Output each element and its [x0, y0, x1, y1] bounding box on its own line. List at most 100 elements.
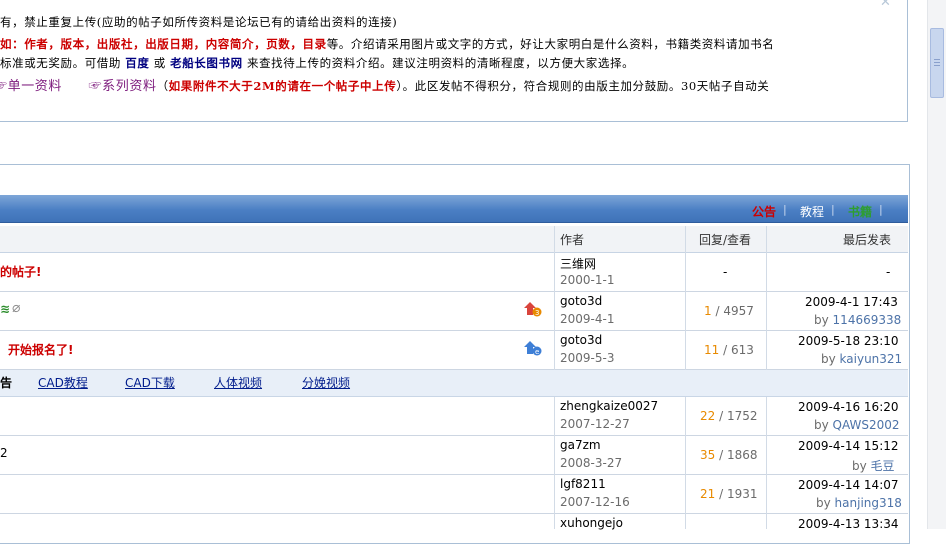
books-link[interactable]: 书籍 — [848, 203, 872, 220]
by-label: by — [814, 313, 829, 327]
author-column-header[interactable]: 作者 — [560, 231, 584, 248]
reply-view-count: 35 / 1868 — [700, 448, 758, 462]
table-header: 作者 回复/查看 最后发表 — [0, 226, 908, 253]
replies-column-header[interactable]: 回复/查看 — [699, 231, 751, 248]
new-thread-icon: e — [524, 341, 542, 356]
paren-open: （ — [156, 79, 169, 93]
required-info-text: 如：作者，版本，出版社，出版日期，内容简介，页数，目录 — [0, 37, 327, 51]
table-row[interactable]: zhengkaize0027 2007-12-27 22 / 1752 2009… — [0, 397, 908, 436]
by-label: by — [814, 418, 829, 432]
thread-title[interactable]: 开始报名了! — [8, 341, 73, 358]
reply-view-count: 22 / 1752 — [700, 409, 758, 423]
tab-cad-download[interactable]: CAD下载 — [125, 374, 175, 391]
thread-author[interactable]: 三维网 — [560, 255, 596, 272]
pointing-hand-icon: ☞ — [88, 79, 103, 94]
announcement-prefix: 告 — [0, 376, 13, 390]
thread-author[interactable]: zhengkaize0027 — [560, 399, 658, 413]
rules-line-3: 标准或无奖励。可借助 百度 或 老船长图书网 来查找待上传的资料介绍。建议注明资… — [0, 55, 634, 71]
column-divider — [685, 226, 686, 370]
view-count: / 1752 — [719, 409, 758, 423]
last-post-time: - — [886, 265, 891, 279]
separator: | — [783, 203, 787, 216]
thread-author[interactable]: ga7zm — [560, 438, 601, 452]
tutorial-link[interactable]: 教程 — [800, 203, 824, 220]
baidu-link[interactable]: 百度 — [125, 56, 149, 70]
tab-cad-tutorial[interactable]: CAD教程 — [38, 374, 88, 391]
rules-line-4: ☞单一资料 ☞系列资料（如果附件不大于2M的请在一个帖子中上传）。此区发帖不得积… — [0, 75, 769, 94]
last-poster-link[interactable]: hanjing318 — [835, 496, 902, 510]
by-label: by — [816, 496, 831, 510]
last-post-time: 2009-4-1 17:43 — [805, 295, 898, 309]
tab-childbirth-video[interactable]: 分娩视频 — [302, 374, 350, 391]
column-divider — [766, 226, 767, 370]
view-count: / 1931 — [719, 487, 758, 501]
category-tab-bar: 告 CAD教程 CAD下载 人体视频 分娩视频 — [0, 370, 908, 397]
single-resource-link[interactable]: 单一资料 — [8, 79, 62, 94]
thread-title[interactable]: 2 — [0, 446, 8, 460]
reply-count: 22 — [700, 409, 716, 423]
view-count: / 4957 — [715, 304, 754, 318]
rules-line-4-rest: ）。此区发帖不得积分，符合规则的由版主加分鼓励。30天帖子自动关 — [396, 79, 770, 93]
thread-date: 2008-3-27 — [560, 456, 623, 470]
series-resource-link[interactable]: 系列资料 — [102, 79, 156, 94]
column-divider — [554, 397, 555, 529]
table-row[interactable]: xuhongejo 2009-4-13 13:34 — [0, 514, 908, 531]
table-row[interactable]: ≋ ⌀ 3 goto3d 2009-4-1 1 / 4957 2009-4-1 … — [0, 292, 908, 331]
last-post-time: 2009-4-14 15:12 — [798, 439, 899, 453]
view-count: / 1868 — [719, 448, 758, 462]
attachment-note: 如果附件不大于2M的请在一个帖子中上传 — [168, 79, 397, 93]
last-post-by: by hanjing318 — [816, 496, 902, 510]
thread-date: 2007-12-27 — [560, 417, 630, 431]
reply-view-count: 11 / 613 — [704, 343, 754, 357]
last-post-column-header[interactable]: 最后发表 — [843, 231, 891, 248]
thread-author[interactable]: goto3d — [560, 294, 602, 308]
table-row[interactable]: 开始报名了! e goto3d 2009-5-3 11 / 613 2009-5… — [0, 331, 908, 370]
last-poster-link[interactable]: 毛豆 — [871, 459, 895, 473]
svg-text:3: 3 — [535, 309, 539, 317]
thread-date: 2007-12-16 — [560, 495, 630, 509]
announcement-link[interactable]: 公告 — [752, 203, 776, 220]
last-post-by: by kaiyun321 — [821, 352, 902, 366]
last-post-by: by 毛豆 — [852, 457, 895, 474]
last-post-by: by QAWS2002 — [814, 418, 900, 432]
last-poster-link[interactable]: kaiyun321 — [840, 352, 903, 366]
hot-thread-icon: 3 — [524, 302, 542, 317]
view-count: / 613 — [723, 343, 754, 357]
tab-body-video[interactable]: 人体视频 — [214, 374, 262, 391]
by-label: by — [821, 352, 836, 366]
column-divider — [554, 226, 555, 370]
last-post-time: 2009-5-18 23:10 — [798, 334, 899, 348]
rules-line-2: 如：作者，版本，出版社，出版日期，内容简介，页数，目录等。介绍请采用图片或文字的… — [0, 36, 774, 52]
close-icon[interactable]: ✕ — [880, 0, 892, 10]
new-thread-icon: ≋ — [0, 302, 11, 316]
separator: | — [831, 203, 835, 216]
reply-count: 21 — [700, 487, 716, 501]
thread-date: 2009-5-3 — [560, 351, 615, 365]
pointing-hand-icon: ☞ — [0, 79, 8, 94]
last-poster-link[interactable]: 114669338 — [833, 313, 902, 327]
rules-line-1: 有，禁止重复上传(应助的帖子如所传资料是论坛已有的请给出资料的连接) — [0, 15, 398, 29]
table-row[interactable]: 的帖子! 三维网 2000-1-1 - - — [0, 253, 908, 292]
laochuanzhang-link[interactable]: 老船长图书网 — [170, 56, 243, 70]
last-poster-link[interactable]: QAWS2002 — [833, 418, 900, 432]
table-row[interactable]: 2 ga7zm 2008-3-27 35 / 1868 2009-4-14 15… — [0, 436, 908, 475]
column-divider — [685, 397, 686, 529]
rules-line-3-rest: 来查找待上传的资料介绍。建议注明资料的清晰程度，以方便大家选择。 — [246, 56, 635, 70]
scrollbar-thumb[interactable] — [930, 28, 944, 98]
thread-date: 2000-1-1 — [560, 273, 615, 287]
thread-title[interactable]: 的帖子! — [0, 263, 41, 280]
reply-view-count: 1 / 4957 — [704, 304, 754, 318]
thread-author[interactable]: goto3d — [560, 333, 602, 347]
svg-text:e: e — [535, 348, 539, 356]
table-row[interactable]: lgf8211 2007-12-16 21 / 1931 2009-4-14 1… — [0, 475, 908, 514]
reply-count: - — [723, 265, 728, 279]
reply-count: 35 — [700, 448, 716, 462]
by-label: by — [852, 459, 867, 473]
thread-author[interactable]: xuhongejo — [560, 516, 623, 530]
thread-author[interactable]: lgf8211 — [560, 477, 606, 491]
paperclip-attachment-icon: ⌀ — [12, 300, 21, 316]
rules-line-2-rest: 等。介绍请采用图片或文字的方式，好让大家明白是什么资料，书籍类资料请加书名 — [326, 37, 775, 51]
vertical-scrollbar[interactable] — [927, 0, 946, 529]
forum-rules-box: ✕ 有，禁止重复上传(应助的帖子如所传资料是论坛已有的请给出资料的连接) 如：作… — [0, 0, 908, 122]
column-divider — [766, 397, 767, 529]
